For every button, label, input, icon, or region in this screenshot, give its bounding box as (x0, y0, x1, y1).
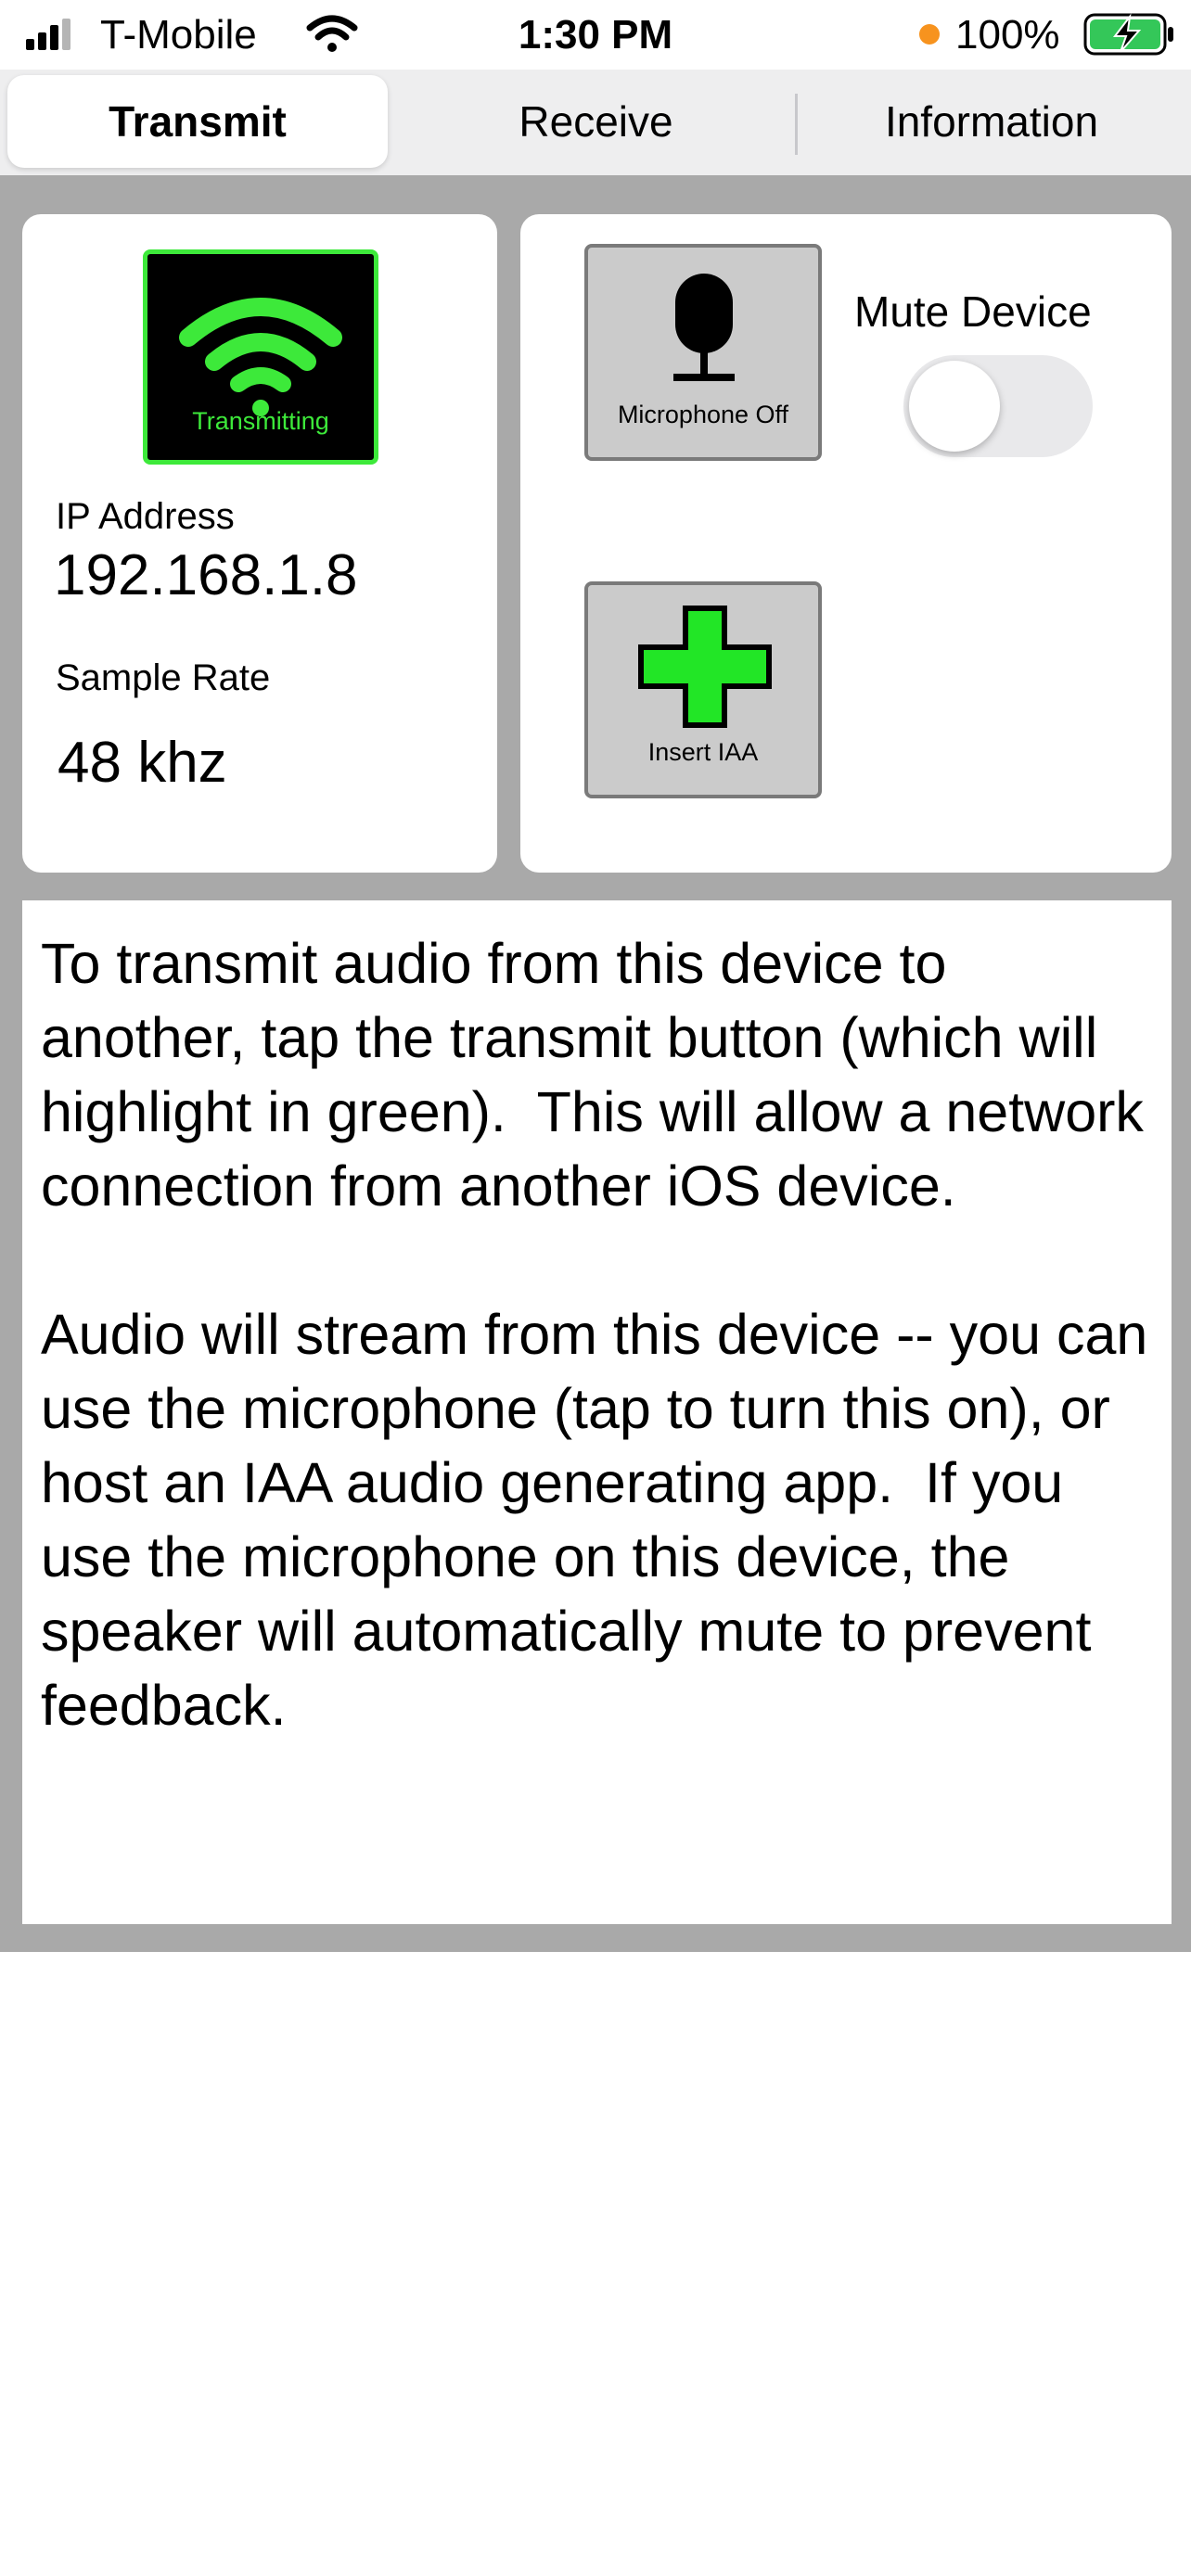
segment-divider (795, 94, 798, 155)
instructions-panel: To transmit audio from this device to an… (22, 900, 1172, 1924)
recording-dot-icon (919, 24, 940, 45)
mute-device-toggle[interactable] (903, 355, 1093, 457)
plus-icon (638, 606, 772, 728)
instructions-text: To transmit audio from this device to an… (41, 932, 1148, 1737)
tab-receive[interactable]: Receive (399, 75, 793, 168)
transmit-button-label: Transmitting (192, 407, 329, 435)
transmit-button[interactable]: Transmitting (143, 249, 378, 465)
status-bar: T-Mobile 1:30 PM 100% (0, 0, 1191, 70)
transmit-card: Transmitting IP Address 192.168.1.8 Samp… (22, 214, 497, 873)
tab-transmit[interactable]: Transmit (7, 75, 388, 168)
main-area: Transmitting IP Address 192.168.1.8 Samp… (0, 175, 1191, 1952)
segmented-control: Transmit Receive Information (0, 70, 1191, 175)
ip-address-label: IP Address (56, 496, 235, 537)
ip-address-value: 192.168.1.8 (54, 543, 358, 607)
tab-information[interactable]: Information (800, 75, 1184, 168)
sample-rate-label: Sample Rate (56, 657, 271, 698)
microphone-icon (673, 274, 735, 381)
insert-iaa-label: Insert IAA (647, 738, 759, 766)
battery-charging-icon (1083, 13, 1173, 56)
wifi-broadcast-icon (179, 298, 342, 416)
battery-percent: 100% (955, 12, 1060, 57)
mute-device-label: Mute Device (854, 287, 1092, 336)
microphone-button[interactable]: Microphone Off (584, 244, 822, 461)
insert-iaa-button[interactable]: Insert IAA (584, 581, 822, 798)
microphone-button-label: Microphone Off (617, 401, 789, 428)
toggle-knob (909, 361, 1000, 452)
controls-card: Microphone Off Mute Device Insert IAA (520, 214, 1172, 873)
sample-rate-value: 48 khz (58, 731, 227, 795)
